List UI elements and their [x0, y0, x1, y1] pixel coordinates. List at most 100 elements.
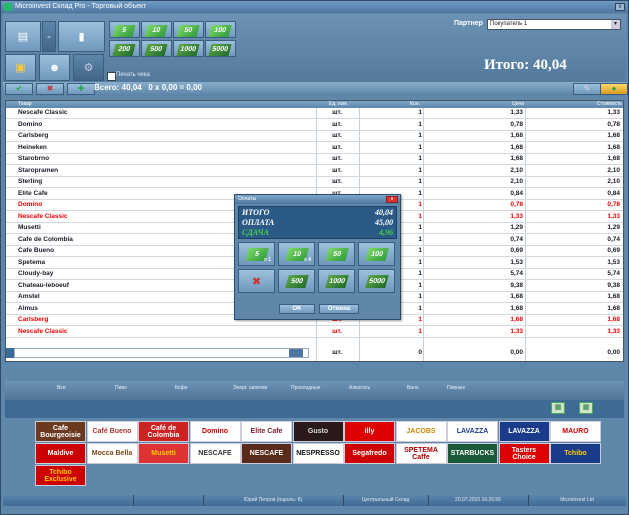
lock-button[interactable]: ▣ — [5, 54, 36, 81]
unit-cell: шт. — [332, 327, 342, 335]
col-header-product[interactable]: Товар — [18, 101, 32, 108]
category-wine[interactable]: Вино — [407, 385, 419, 391]
bill-50-button[interactable]: 50 — [173, 21, 204, 38]
table-row[interactable]: Nescafe Classic шт. 1 1,33 1,33 — [6, 327, 623, 338]
new-document-button[interactable]: ✚ — [67, 83, 95, 95]
partner-select[interactable]: Покупатель 1 ▾ — [487, 19, 621, 30]
coin-icon: ● — [611, 84, 617, 93]
category-bar: Все Пиво Кофе Энерг. напитки Прохладные … — [5, 381, 624, 400]
bill-5-button[interactable]: 5 — [109, 21, 140, 38]
col-header-qty[interactable]: Кол. — [410, 101, 420, 108]
cash-stack-button[interactable]: ▤ — [5, 21, 41, 52]
brand-tile[interactable]: JACOBS — [395, 421, 447, 442]
change-value: 4,96 — [379, 228, 393, 237]
close-window-button[interactable]: x — [615, 3, 625, 11]
table-row[interactable]: Starobrno шт. 1 1,68 1,68 — [6, 154, 623, 165]
confirm-button[interactable]: ✔ — [5, 83, 33, 95]
customer-button[interactable]: ☻ — [39, 54, 70, 81]
bill-100-button[interactable]: 100 — [205, 21, 236, 38]
table-row[interactable]: Heineken шт. 1 1,68 1,68 — [6, 143, 623, 154]
dialog-bill-100-button[interactable]: 100 — [358, 242, 395, 266]
row-selector[interactable] — [6, 348, 14, 358]
bill-200-button[interactable]: 200 — [109, 40, 140, 57]
brand-tile[interactable]: NESCAFE — [241, 443, 292, 464]
table-row[interactable]: Carlsberg шт. 1 1,68 1,68 — [6, 131, 623, 142]
dialog-bill-10-button[interactable]: 10 x 4 — [278, 242, 315, 266]
dialog-bill-5000-button[interactable]: 5000 — [358, 269, 395, 293]
bill-500-button[interactable]: 500 — [141, 40, 172, 57]
category-all[interactable]: Все — [57, 385, 66, 391]
card-payment-button[interactable]: ▮ — [58, 21, 105, 52]
brand-tile[interactable]: Elite Cafe — [241, 421, 292, 442]
price-cell: 1,53 — [510, 258, 523, 266]
dialog-bill-50-button[interactable]: 50 — [318, 242, 355, 266]
dialog-bill-500-button[interactable]: 500 — [278, 269, 315, 293]
brand-tile[interactable]: MAURO — [550, 421, 601, 442]
cash-stack-icon: ▤ — [17, 31, 29, 43]
cash-dropdown-button[interactable]: - — [42, 21, 56, 52]
unit-cell: шт. — [332, 349, 342, 356]
brand-tile[interactable]: Gusto — [292, 421, 344, 442]
product-cell: Musetti — [18, 224, 41, 231]
lookup-button[interactable] — [289, 349, 303, 357]
bill-5000-button[interactable]: 5000 — [205, 40, 236, 57]
brand-tile[interactable]: Tchibo Exclusive — [35, 465, 86, 486]
brand-tile[interactable]: Tasters Choice — [498, 443, 550, 464]
delete-button[interactable]: ✖ — [36, 83, 64, 95]
brand-tile[interactable]: NESCAFE — [189, 443, 241, 464]
brand-tile[interactable]: Musetti — [138, 443, 189, 464]
col-header-unit[interactable]: Ед. изм. — [329, 101, 348, 108]
brand-tile[interactable]: NESPRESSO — [292, 443, 344, 464]
settings-button[interactable]: ⚙ — [73, 54, 104, 81]
brand-tile[interactable]: LAVAZZA — [498, 421, 550, 442]
ok-button[interactable]: OK — [279, 304, 315, 314]
print-check-checkbox[interactable] — [107, 72, 116, 81]
category-cold[interactable]: Прохладные — [291, 385, 320, 391]
category-beer[interactable]: Пиво — [115, 385, 127, 391]
dialog-close-button[interactable]: x — [386, 196, 398, 203]
brand-tile[interactable]: Café Bueno — [86, 421, 138, 442]
table-row[interactable]: Staropramen шт. 1 2,10 2,10 — [6, 166, 623, 177]
banknote-icon: 200 — [112, 44, 136, 56]
dialog-clear-button[interactable]: ✖ — [238, 269, 275, 293]
brand-tile[interactable]: Café de Colombia — [138, 421, 189, 442]
coins-button[interactable]: ● — [600, 83, 628, 95]
brand-tile[interactable]: Domino — [189, 421, 241, 442]
grid-header: Товар Ед. изм. Кол. Цена Стоимость — [6, 101, 623, 108]
bill-1000-button[interactable]: 1000 — [173, 40, 204, 57]
page-next-button[interactable]: ▦ — [579, 402, 593, 414]
edit-button[interactable]: ✎ — [573, 83, 601, 95]
brand-tile[interactable]: SPETEMA Caffe — [395, 443, 447, 464]
category-energy[interactable]: Энерг. напитки — [233, 385, 267, 391]
col-header-price[interactable]: Цена — [512, 101, 524, 108]
brand-tile[interactable]: LAVAZZA — [447, 421, 498, 442]
col-header-sum[interactable]: Стоимость — [597, 101, 622, 108]
table-row[interactable]: Domino шт. 1 0,78 0,78 — [6, 120, 623, 131]
brand-tile[interactable]: Cafe Bourgeoisie — [35, 421, 86, 442]
status-empty — [133, 495, 204, 506]
category-alcohol[interactable]: Алкоголь — [349, 385, 370, 391]
sum-cell: 1,68 — [607, 316, 620, 323]
brand-tile[interactable]: Mocca Bella — [86, 443, 138, 464]
dialog-bill-5-button[interactable]: 5x 1 — [238, 242, 275, 266]
category-coffee[interactable]: Кофе — [175, 385, 188, 391]
table-row[interactable]: Nescafe Classic шт. 1 1,33 1,33 — [6, 108, 623, 119]
category-subbar — [5, 400, 624, 418]
brand-tile[interactable]: STARBUCKS — [447, 443, 498, 464]
product-cell: Elite Cafe — [18, 189, 48, 197]
banknote-icon: 1000 — [176, 44, 200, 56]
bill-count: x 4 — [304, 257, 311, 263]
brand-tile[interactable]: Maldive — [35, 443, 86, 464]
barcode-input[interactable] — [14, 348, 309, 358]
brand-tile[interactable]: Tchibo — [550, 443, 601, 464]
page-prev-button[interactable]: ▦ — [551, 402, 565, 414]
dialog-bill-1000-button[interactable]: 1000 — [318, 269, 355, 293]
category-beers[interactable]: Пивные — [447, 385, 465, 391]
brand-tile[interactable]: illy — [344, 421, 395, 442]
bill-10-button[interactable]: 10 — [141, 21, 172, 38]
brand-tile[interactable]: Segafredo — [344, 443, 395, 464]
cancel-button[interactable]: Отмена — [319, 304, 359, 314]
sum-cell: 5,74 — [607, 270, 620, 277]
table-row[interactable]: Sterling шт. 1 2,10 2,10 — [6, 177, 623, 188]
price-cell: 2,10 — [510, 178, 523, 185]
